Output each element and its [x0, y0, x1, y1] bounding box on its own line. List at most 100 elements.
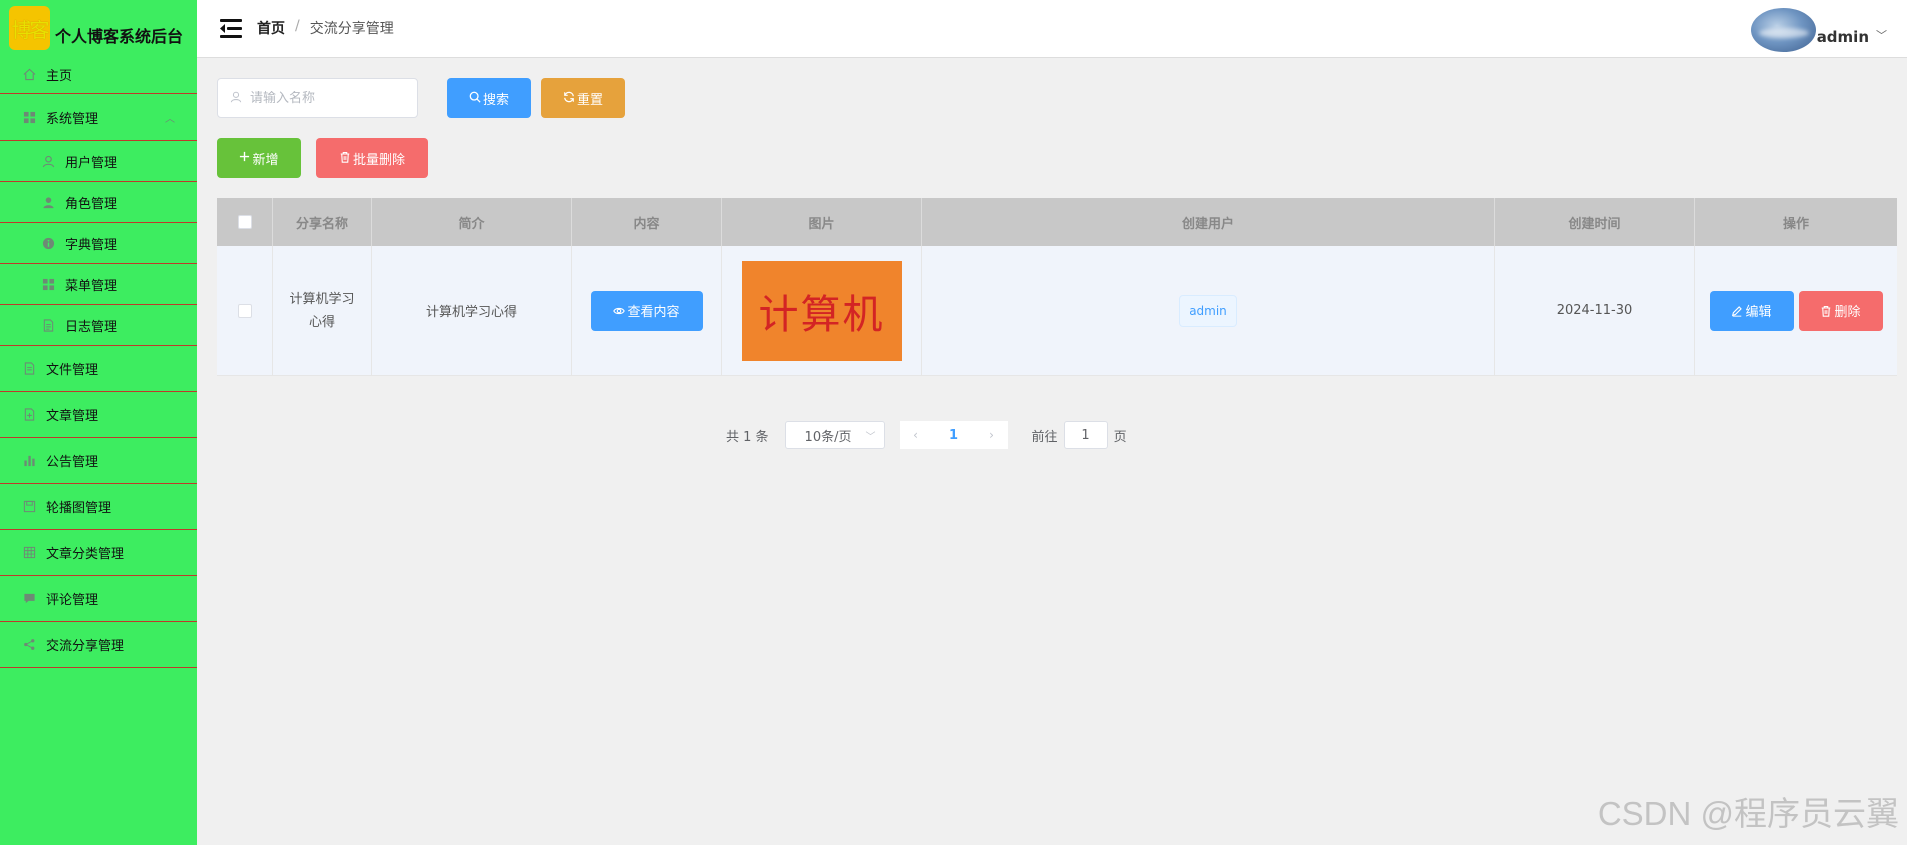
table-row: 计算机学习心得 计算机学习心得 查看内容 计算机 admin 2024-11-3…: [217, 246, 1897, 376]
share-image-thumbnail[interactable]: 计算机: [741, 260, 902, 361]
top-header: 首页 / 交流分享管理 admin ﹀: [197, 0, 1907, 58]
trash-icon: [339, 151, 351, 166]
collapse-menu-icon[interactable]: [220, 19, 242, 39]
shares-table: 分享名称 简介 内容 图片 创建用户 创建时间 操作 计算机学习心得 计算机学习…: [217, 198, 1897, 376]
column-header: 分享名称: [273, 198, 372, 246]
column-header: 内容: [572, 198, 722, 246]
add-button[interactable]: 新增: [217, 138, 301, 178]
breadcrumb-current: 交流分享管理: [309, 21, 394, 37]
search-button-label: 搜索: [482, 92, 509, 108]
edit-button[interactable]: 编辑: [1709, 290, 1794, 331]
chevron-down-icon[interactable]: ﹀: [1876, 27, 1887, 43]
sidebar-item-label: 日志管理: [65, 319, 118, 335]
sidebar-item-label: 交流分享管理: [46, 639, 125, 654]
breadcrumb-home-link[interactable]: 首页: [257, 18, 285, 38]
grid-icon: [22, 110, 36, 124]
sidebar-item-logs[interactable]: 日志管理: [0, 305, 197, 346]
document-icon: [41, 318, 55, 332]
sidebar-item-articles[interactable]: 文章管理: [0, 392, 197, 438]
document-add-icon: [22, 408, 36, 422]
sidebar-item-label: 系统管理: [46, 111, 99, 127]
sidebar-item-shares[interactable]: 交流分享管理: [0, 622, 197, 668]
sidebar-item-label: 用户管理: [65, 155, 118, 171]
created-date: 2024-11-30: [1556, 303, 1633, 318]
breadcrumb-separator: /: [295, 18, 300, 34]
plus-icon: [239, 151, 250, 165]
creator-tag: admin: [1179, 294, 1237, 327]
sidebar-item-carousel[interactable]: 轮播图管理: [0, 484, 197, 530]
batch-delete-button[interactable]: 批量删除: [316, 138, 428, 178]
sidebar-item-roles[interactable]: 角色管理: [0, 182, 197, 223]
sidebar-item-notices[interactable]: 公告管理: [0, 438, 197, 484]
goto-prefix: 前往: [1031, 429, 1058, 445]
sidebar-item-home[interactable]: 主页: [0, 56, 197, 94]
search-icon: [469, 91, 481, 106]
edit-icon: [1731, 305, 1743, 317]
sidebar-item-label: 文件管理: [46, 363, 99, 378]
search-input[interactable]: [250, 90, 410, 106]
column-header: 创建用户: [922, 198, 1495, 246]
sidebar-item-files[interactable]: 文件管理: [0, 346, 197, 392]
sidebar-item-label: 主页: [46, 69, 73, 84]
page-number-current[interactable]: 1: [932, 428, 976, 443]
reset-button[interactable]: 重置: [541, 78, 625, 118]
sidebar-item-label: 角色管理: [65, 196, 118, 212]
sidebar-item-menus[interactable]: 菜单管理: [0, 264, 197, 305]
app-title: 个人博客系统后台: [55, 27, 184, 46]
edit-button-label: 编辑: [1745, 305, 1772, 320]
table-icon: [22, 546, 36, 560]
actions-cell: 编辑 删除: [1695, 246, 1897, 375]
sidebar: 博客 个人博客系统后台 主页 系统管理 ︿ 用户管理 角色管理 字典管理 菜单管…: [0, 0, 197, 845]
sidebar-item-comments[interactable]: 评论管理: [0, 576, 197, 622]
image-cell: 计算机: [722, 246, 922, 375]
column-header: 简介: [372, 198, 572, 246]
page-size-select[interactable]: 10条/页 ﹀: [784, 421, 885, 449]
logo-area: 博客 个人博客系统后台: [0, 0, 197, 56]
goto-page-input[interactable]: [1063, 421, 1108, 449]
column-header: 图片: [722, 198, 922, 246]
sidebar-item-label: 菜单管理: [65, 278, 118, 294]
share-name: 计算机学习心得: [289, 291, 355, 330]
sidebar-item-label: 文章管理: [46, 409, 99, 424]
page-navigator: ‹ 1 ›: [899, 421, 1008, 449]
share-intro: 计算机学习心得: [425, 305, 517, 320]
sidebar-item-label: 评论管理: [46, 593, 99, 608]
view-content-label: 查看内容: [627, 305, 680, 320]
watermark: CSDN @程序员云翼: [1597, 795, 1899, 832]
sidebar-item-label: 公告管理: [46, 455, 99, 470]
sidebar-menu: 主页 系统管理 ︿ 用户管理 角色管理 字典管理 菜单管理 日志管理 文件管理 …: [0, 56, 197, 668]
column-header: 操作: [1782, 216, 1809, 232]
refresh-icon: [563, 91, 575, 106]
bar-chart-icon: [22, 454, 36, 468]
column-header: 创建时间: [1495, 198, 1695, 246]
header-select-all-cell: [217, 198, 273, 246]
intro-cell: 计算机学习心得: [372, 246, 572, 375]
user-icon: [41, 154, 55, 168]
view-content-button[interactable]: 查看内容: [590, 290, 703, 331]
sidebar-item-system[interactable]: 系统管理 ︿: [0, 94, 197, 141]
add-button-label: 新增: [252, 152, 279, 168]
row-checkbox[interactable]: [237, 303, 252, 318]
delete-button-label: 删除: [1834, 305, 1861, 320]
sidebar-item-label: 文章分类管理: [46, 547, 125, 562]
save-icon: [22, 500, 36, 514]
search-button[interactable]: 搜索: [447, 78, 531, 118]
share-icon: [22, 638, 36, 652]
info-icon: [41, 236, 55, 250]
sidebar-item-users[interactable]: 用户管理: [0, 141, 197, 182]
sidebar-item-label: 字典管理: [65, 237, 118, 253]
username-dropdown[interactable]: admin: [1817, 28, 1869, 46]
menu-grid-icon: [41, 277, 55, 291]
sidebar-item-categories[interactable]: 文章分类管理: [0, 530, 197, 576]
delete-button[interactable]: 删除: [1798, 290, 1883, 331]
next-page-icon[interactable]: ›: [976, 428, 1008, 442]
breadcrumb: 首页 / 交流分享管理: [257, 18, 394, 38]
user-filled-icon: [41, 195, 55, 209]
avatar[interactable]: [1751, 8, 1816, 52]
logo-icon: 博客: [9, 6, 50, 50]
prev-page-icon[interactable]: ‹: [900, 428, 932, 442]
select-all-checkbox[interactable]: [237, 215, 252, 229]
pagination-total: 共 1 条: [726, 429, 769, 445]
file-icon: [22, 362, 36, 376]
sidebar-item-dictionary[interactable]: 字典管理: [0, 223, 197, 264]
